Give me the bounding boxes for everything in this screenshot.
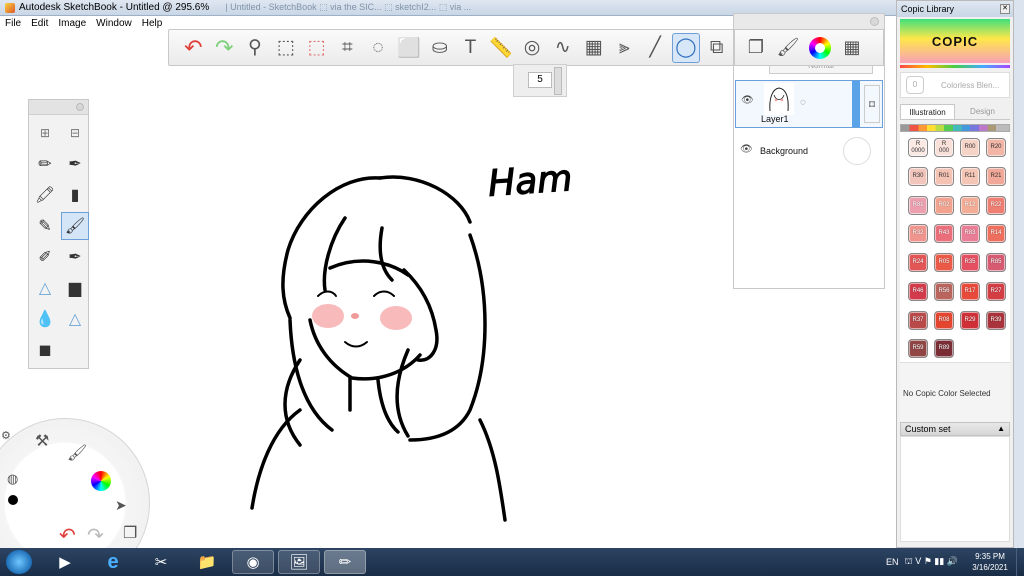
- mouth-stroke: [344, 341, 368, 348]
- shoulder-stroke: [478, 418, 507, 522]
- copic-swatch[interactable]: R85: [986, 253, 1006, 272]
- selected-color-name: Colorless Blen...: [941, 81, 1000, 90]
- copic-swatch[interactable]: R12: [960, 195, 980, 215]
- tools-icon[interactable]: ⚒: [35, 431, 49, 451]
- eye-stroke: [373, 290, 395, 297]
- snipping-tool-task[interactable]: ✂: [140, 550, 182, 574]
- copic-swatch[interactable]: R89: [934, 339, 954, 359]
- copic-swatch[interactable]: R81: [908, 195, 928, 215]
- copic-swatch[interactable]: R27: [986, 281, 1006, 301]
- copic-tabs: Illustration Design: [900, 104, 1010, 120]
- copic-swatch[interactable]: R01: [934, 166, 954, 186]
- media-player-task[interactable]: ▶: [44, 550, 86, 574]
- language-indicator[interactable]: EN: [886, 557, 899, 567]
- copic-swatch[interactable]: R32: [908, 224, 928, 244]
- color-puck-icon[interactable]: [8, 495, 18, 505]
- move-icon[interactable]: ➤: [115, 497, 127, 514]
- copic-title: Copic Library: [901, 4, 955, 14]
- copic-swatch[interactable]: R 000: [934, 138, 954, 157]
- blush-left: [312, 304, 344, 328]
- copic-title-bar: Copic Library ✕: [897, 1, 1013, 17]
- clock-time: 9:35 PM: [975, 552, 1005, 561]
- neck-stroke: [376, 378, 400, 434]
- copic-swatch[interactable]: R35: [960, 253, 980, 272]
- lagoon-redo-icon[interactable]: ↷: [87, 523, 104, 548]
- file-explorer-task[interactable]: 📁: [186, 550, 228, 574]
- color-picker-icon[interactable]: [91, 471, 111, 491]
- photo-viewer-task[interactable]: 🖼: [278, 550, 320, 574]
- close-icon[interactable]: ✕: [1000, 4, 1010, 14]
- nose-dot: [351, 313, 359, 319]
- bangs-stroke: [378, 226, 394, 282]
- copic-swatch[interactable]: R30: [908, 166, 928, 186]
- copic-swatch[interactable]: R83: [960, 224, 980, 244]
- window-edge: [1014, 0, 1024, 548]
- copic-swatch[interactable]: R17: [960, 281, 980, 301]
- copic-swatch[interactable]: R08: [934, 310, 954, 330]
- sketchbook-task[interactable]: ✏: [324, 550, 366, 574]
- copic-no-selection: No Copic Color Selected: [900, 362, 1010, 422]
- face-stroke: [308, 318, 422, 381]
- chrome-task[interactable]: ◉: [232, 550, 274, 574]
- copic-swatch[interactable]: R20: [986, 138, 1006, 157]
- copic-swatch[interactable]: R00: [960, 138, 980, 157]
- bangs-stroke: [322, 216, 347, 292]
- copic-swatch[interactable]: R02: [934, 195, 954, 215]
- shoulder-stroke: [250, 408, 302, 510]
- copic-swatch-grid: R 0000 R 000 R00 R20 R30 R01 R11 R21 R81 R02 R12 R2…: [900, 132, 1010, 362]
- show-desktop-button[interactable]: [1016, 548, 1024, 576]
- copic-library-panel: Copic Library ✕ COPIC 0 Colorless Blen..…: [896, 0, 1014, 548]
- hair-stroke: [378, 175, 472, 224]
- canvas-annotation: Ham: [487, 158, 574, 205]
- copic-swatch[interactable]: R22: [986, 195, 1006, 215]
- copic-color-family-strip[interactable]: [900, 124, 1010, 132]
- clock-date: 3/16/2021: [972, 563, 1008, 572]
- collapse-icon[interactable]: ▲: [997, 423, 1005, 435]
- brush-icon[interactable]: 🖌: [67, 443, 87, 463]
- custom-set-area[interactable]: [900, 436, 1010, 542]
- copic-swatch[interactable]: R56: [934, 281, 954, 301]
- copic-selected-color[interactable]: 0 Colorless Blen...: [900, 72, 1010, 98]
- lagoon-undo-icon[interactable]: ↶: [59, 523, 76, 548]
- custom-set-label: Custom set: [905, 424, 951, 434]
- copic-logo: COPIC: [900, 19, 1010, 63]
- tab-illustration[interactable]: Illustration: [900, 104, 956, 119]
- hair-stroke: [408, 233, 487, 442]
- copic-swatch[interactable]: R24: [908, 253, 928, 272]
- custom-set-header[interactable]: Custom set ▲: [900, 422, 1010, 436]
- copic-swatch[interactable]: R05: [934, 253, 954, 272]
- copic-swatch[interactable]: R 0000: [908, 138, 928, 157]
- selected-color-chip: 0: [906, 76, 924, 94]
- hair-stroke: [395, 348, 410, 438]
- tab-design[interactable]: Design: [955, 104, 1010, 119]
- layers-icon[interactable]: ❐: [123, 523, 137, 543]
- system-tray: EN ⛫ V ⚑ ▮▮ 🔊 9:35 PM 3/16/2021: [886, 548, 1024, 576]
- copic-swatch[interactable]: R59: [908, 339, 928, 359]
- copic-swatch[interactable]: R39: [986, 310, 1006, 330]
- clock[interactable]: 9:35 PM 3/16/2021: [964, 551, 1016, 573]
- copic-rainbow-line: [900, 65, 1010, 68]
- copic-swatch[interactable]: R11: [960, 166, 980, 186]
- start-button[interactable]: [6, 550, 32, 574]
- copic-swatch[interactable]: R43: [934, 224, 954, 244]
- blush-right: [380, 306, 412, 330]
- taskbar: ▶ e ✂ 📁 ◉ 🖼 ✏ EN ⛫ V ⚑ ▮▮ 🔊 9:35 PM 3/16…: [0, 548, 1024, 576]
- copic-swatch[interactable]: R46: [908, 281, 928, 301]
- tray-icons[interactable]: ⛫ V ⚑ ▮▮ 🔊: [905, 556, 958, 568]
- settings-icon[interactable]: ⚙: [1, 429, 11, 442]
- copic-swatch[interactable]: R29: [960, 310, 980, 330]
- copic-swatch[interactable]: R37: [908, 310, 928, 330]
- brush-puck-icon[interactable]: ◍: [7, 471, 18, 487]
- bangs-stroke: [328, 259, 410, 277]
- eye-stroke: [317, 290, 337, 297]
- copic-swatch[interactable]: R21: [986, 166, 1006, 186]
- internet-explorer-task[interactable]: e: [92, 550, 134, 574]
- copic-swatch[interactable]: R14: [986, 224, 1006, 244]
